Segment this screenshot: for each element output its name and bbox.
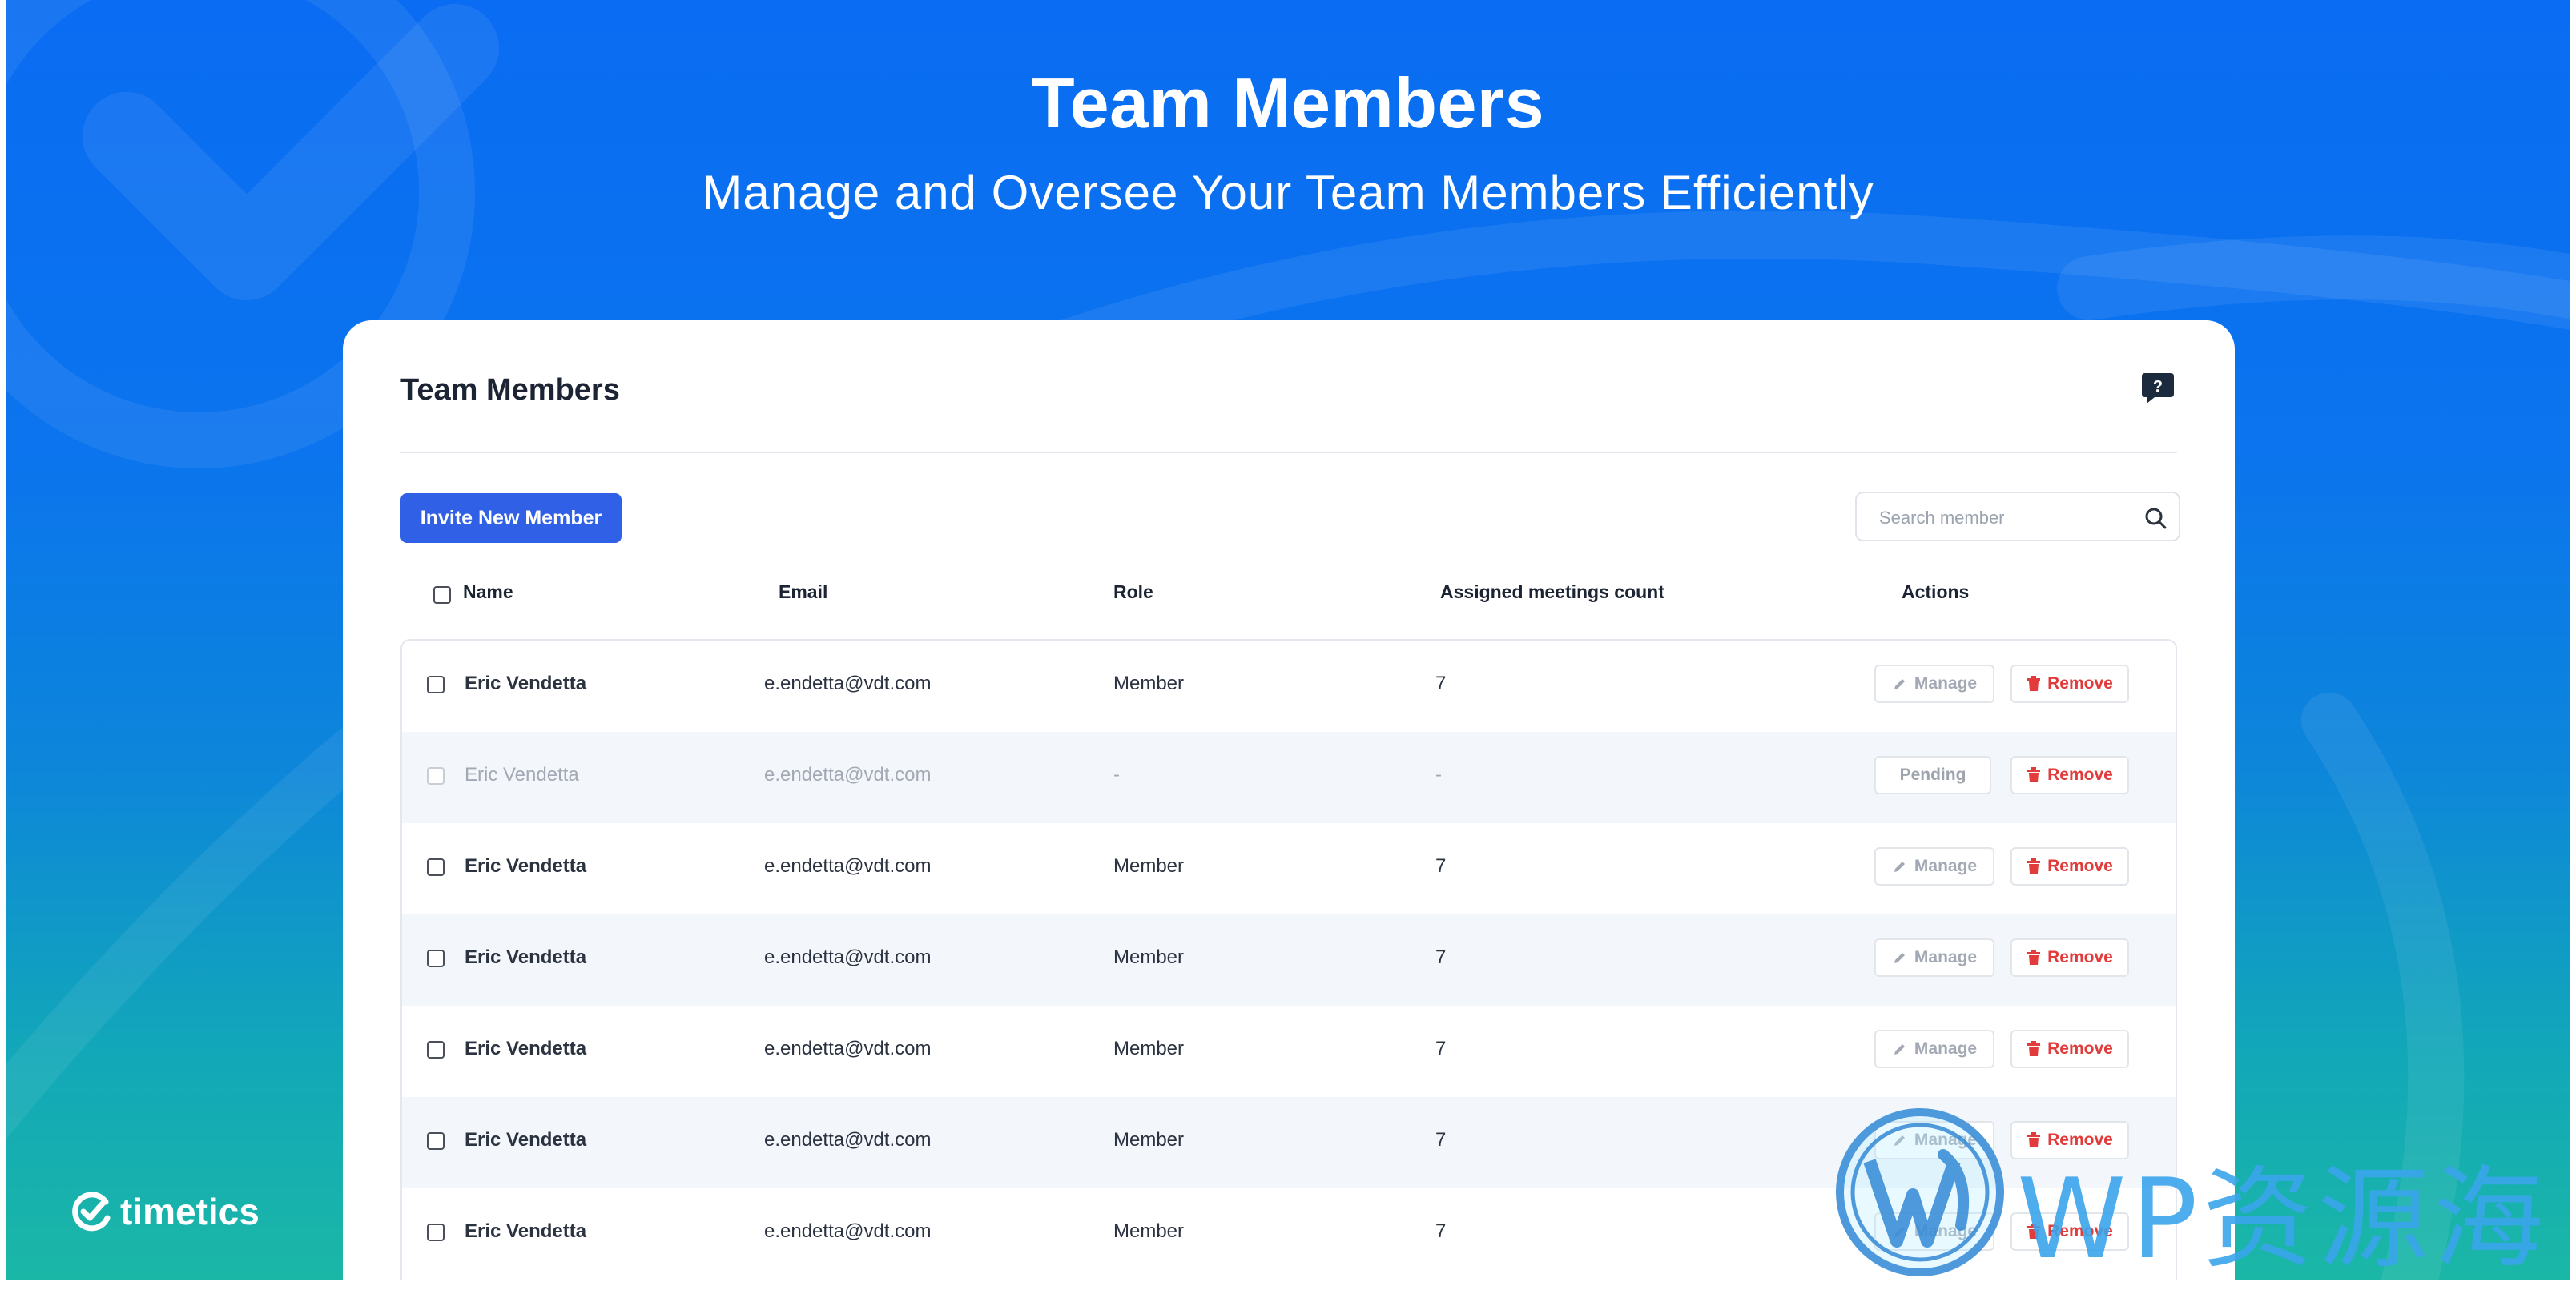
member-email: e.endetta@vdt.com <box>764 855 932 877</box>
member-meetings-count: 7 <box>1435 673 1447 694</box>
pencil-icon <box>1894 953 1905 963</box>
remove-label: Remove <box>2047 674 2113 693</box>
member-email: e.endetta@vdt.com <box>764 1038 932 1059</box>
column-header-meetings-count: Assigned meetings count <box>1440 581 1664 602</box>
table-row: Eric Vendetta e.endetta@vdt.com Member 7… <box>402 1006 2176 1097</box>
member-role: - <box>1113 764 1120 786</box>
column-header-actions: Actions <box>1902 581 1970 602</box>
pencil-icon <box>1894 1044 1905 1055</box>
member-name: Eric Vendetta <box>465 946 587 968</box>
table-row: Eric Vendetta e.endetta@vdt.com - - Pend… <box>402 732 2176 823</box>
watermark-text: WP资源海 <box>2017 1155 2549 1280</box>
timetics-logo-icon <box>72 1192 111 1232</box>
member-email: e.endetta@vdt.com <box>764 1129 932 1151</box>
member-meetings-count: 7 <box>1435 1220 1447 1242</box>
manage-button[interactable]: Manage <box>1874 938 1994 977</box>
column-header-name: Name <box>463 581 513 602</box>
manage-button[interactable]: Manage <box>1874 665 1994 703</box>
table-row: Eric Vendetta e.endetta@vdt.com Member 7… <box>402 641 2176 732</box>
hero-title: Team Members <box>1031 63 1545 143</box>
pencil-icon <box>1894 679 1905 689</box>
trash-icon <box>2027 1041 2041 1056</box>
remove-label: Remove <box>2047 766 2113 784</box>
trash-icon <box>2027 858 2041 874</box>
brand-logo: timetics <box>70 1190 260 1233</box>
remove-button[interactable]: Remove <box>2010 665 2129 703</box>
invite-new-member-button[interactable]: Invite New Member <box>400 493 622 543</box>
help-chat-icon[interactable]: ? <box>2140 370 2176 405</box>
trash-icon <box>2027 767 2041 782</box>
pencil-icon <box>1894 862 1905 872</box>
manage-button[interactable]: Manage <box>1874 847 1994 886</box>
member-email: e.endetta@vdt.com <box>764 673 932 694</box>
member-role: Member <box>1113 1129 1185 1151</box>
select-all-checkbox[interactable] <box>433 586 451 604</box>
column-header-email: Email <box>779 581 828 602</box>
member-name: Eric Vendetta <box>465 764 579 786</box>
member-email: e.endetta@vdt.com <box>764 1220 932 1242</box>
member-role: Member <box>1113 1220 1185 1242</box>
brand-name: timetics <box>120 1191 260 1232</box>
remove-label: Remove <box>2047 857 2113 875</box>
manage-button[interactable]: Manage <box>1874 1030 1994 1068</box>
search-box <box>1855 492 2180 541</box>
manage-label: Manage <box>1914 948 1978 966</box>
member-name: Eric Vendetta <box>465 1129 587 1151</box>
wordpress-logo-icon <box>1836 1108 2004 1276</box>
remove-label: Remove <box>2047 1039 2113 1058</box>
svg-text:?: ? <box>2153 378 2163 396</box>
table-row: Eric Vendetta e.endetta@vdt.com Member 7… <box>402 823 2176 914</box>
column-header-role: Role <box>1113 581 1153 602</box>
member-email: e.endetta@vdt.com <box>764 946 932 968</box>
row-checkbox[interactable] <box>427 676 445 693</box>
remove-label: Remove <box>2047 948 2113 966</box>
pending-button[interactable]: Pending <box>1874 756 1991 794</box>
remove-button[interactable]: Remove <box>2010 1030 2129 1068</box>
member-name: Eric Vendetta <box>465 673 587 694</box>
card-title: Team Members <box>400 373 620 407</box>
manage-label: Manage <box>1914 674 1978 693</box>
row-checkbox[interactable] <box>427 1132 445 1150</box>
member-meetings-count: 7 <box>1435 946 1447 968</box>
member-meetings-count: - <box>1435 764 1442 786</box>
row-checkbox[interactable] <box>427 950 445 967</box>
card-divider <box>400 452 2177 453</box>
member-meetings-count: 7 <box>1435 855 1447 877</box>
manage-label: Manage <box>1914 1039 1978 1058</box>
watermark: WP资源海 <box>1833 1105 2570 1280</box>
pending-label: Pending <box>1899 766 1966 784</box>
member-name: Eric Vendetta <box>465 1220 587 1242</box>
manage-label: Manage <box>1914 857 1978 875</box>
trash-icon <box>2027 676 2041 691</box>
row-checkbox[interactable] <box>427 858 445 876</box>
remove-button[interactable]: Remove <box>2010 847 2129 886</box>
member-email: e.endetta@vdt.com <box>764 764 932 786</box>
member-role: Member <box>1113 1038 1185 1059</box>
member-name: Eric Vendetta <box>465 1038 587 1059</box>
table-row: Eric Vendetta e.endetta@vdt.com Member 7… <box>402 914 2176 1006</box>
member-role: Member <box>1113 673 1185 694</box>
hero-subtitle: Manage and Oversee Your Team Members Eff… <box>702 166 1874 219</box>
search-icon[interactable] <box>2143 506 2167 530</box>
hero-background: Team Members Manage and Oversee Your Tea… <box>6 0 2570 1280</box>
member-meetings-count: 7 <box>1435 1038 1447 1059</box>
row-checkbox[interactable] <box>427 767 445 785</box>
search-input[interactable] <box>1878 503 2137 533</box>
member-role: Member <box>1113 946 1185 968</box>
row-checkbox[interactable] <box>427 1041 445 1059</box>
member-meetings-count: 7 <box>1435 1129 1447 1151</box>
remove-button[interactable]: Remove <box>2010 756 2129 794</box>
remove-button[interactable]: Remove <box>2010 938 2129 977</box>
row-checkbox[interactable] <box>427 1224 445 1241</box>
trash-icon <box>2027 950 2041 965</box>
member-name: Eric Vendetta <box>465 855 587 877</box>
member-role: Member <box>1113 855 1185 877</box>
